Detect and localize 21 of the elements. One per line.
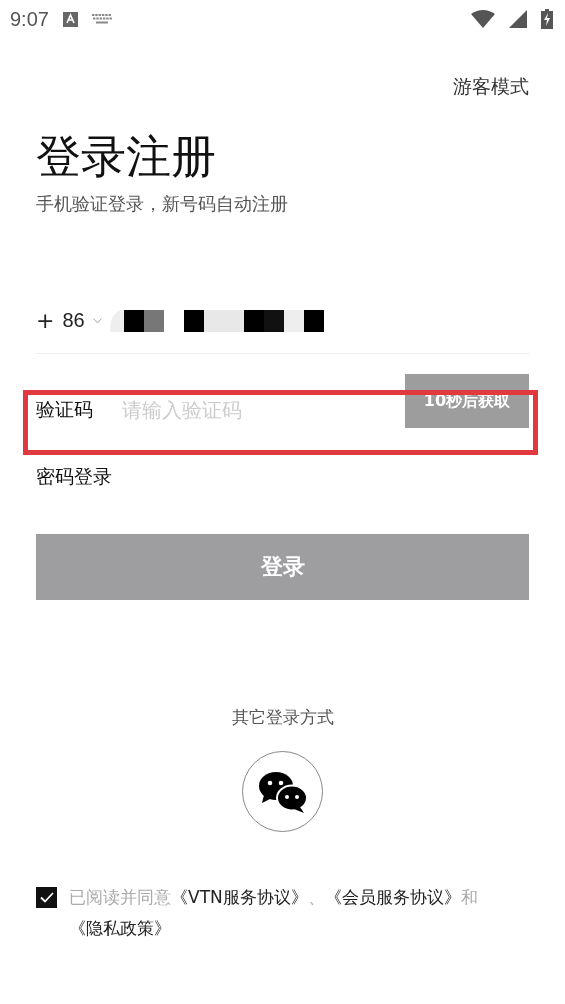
guest-mode-link[interactable]: 游客模式 bbox=[453, 74, 529, 100]
country-code-selector[interactable]: 86 bbox=[62, 309, 85, 332]
page-title: 登录注册 bbox=[36, 130, 217, 184]
page-subtitle: 手机验证登录，新号码自动注册 bbox=[36, 192, 289, 216]
keyboard-letter-icon bbox=[62, 11, 78, 27]
plus-sign: + bbox=[36, 308, 55, 333]
agreement-link[interactable]: 《会员服务协议》 bbox=[324, 887, 461, 907]
agreement-checkbox[interactable] bbox=[36, 887, 57, 908]
signal-icon bbox=[509, 10, 527, 28]
chat-bubbles-icon bbox=[257, 770, 308, 813]
other-login-title: 其它登录方式 bbox=[231, 706, 334, 729]
agreement-link[interactable]: 《VTN服务协议》 bbox=[171, 887, 308, 907]
agreement-text: 已阅读并同意《VTN服务协议》、《会员服务协议》和 《隐私政策》 bbox=[69, 886, 479, 940]
keyboard-icon bbox=[91, 14, 112, 24]
agreement-link[interactable]: 《隐私政策》 bbox=[69, 918, 171, 938]
wifi-icon bbox=[471, 10, 495, 28]
password-login-link[interactable]: 密码登录 bbox=[36, 464, 112, 490]
code-label: 验证码 bbox=[36, 397, 94, 422]
battery-charging-icon bbox=[541, 9, 553, 29]
status-time: 9:07 bbox=[10, 7, 49, 31]
check-icon bbox=[39, 892, 54, 903]
